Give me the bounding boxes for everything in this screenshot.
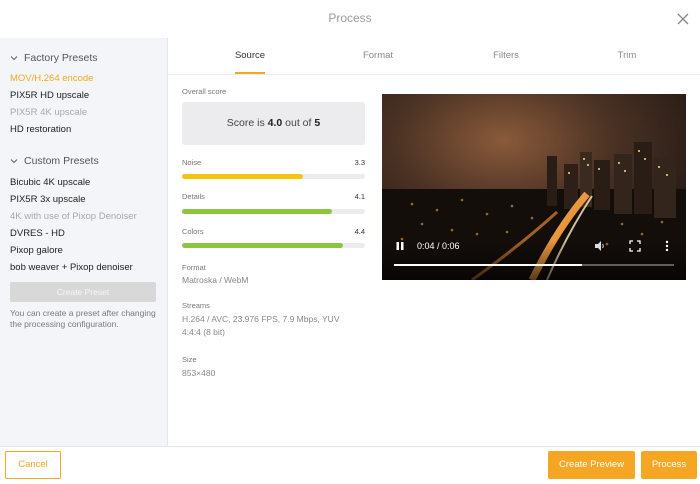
metric-name-details: Details (182, 192, 205, 201)
factory-presets-header[interactable]: Factory Presets (10, 52, 98, 64)
details-bar-fill (182, 209, 333, 214)
preset-item[interactable]: PIX5R HD upscale (10, 90, 89, 101)
presets-sidebar: Factory Presets MOV/H.264 encode PIX5R H… (0, 38, 168, 446)
score-value: 4.0 (267, 117, 283, 129)
format-value: Matroska / WebM (182, 275, 249, 285)
custom-presets-header[interactable]: Custom Presets (10, 155, 99, 167)
preset-item[interactable]: 4K with use of Pixop Denoiser (10, 211, 137, 222)
chevron-down-icon (10, 159, 18, 164)
streams-label: Streams (182, 301, 210, 310)
size-label: Size (182, 355, 197, 364)
overall-score-label: Overall score (182, 87, 227, 96)
dialog-title: Process (328, 11, 372, 25)
streams-value-line2: 4:4:4 (8 bit) (182, 327, 225, 337)
preset-item[interactable]: MOV/H.264 encode (10, 73, 93, 84)
tab-filters[interactable]: Filters (466, 50, 546, 61)
score-prefix: Score is (226, 117, 268, 129)
format-label: Format (182, 263, 206, 272)
noise-bar (182, 174, 365, 179)
create-preset-button[interactable]: Create Preset (10, 282, 156, 302)
score-max: 5 (314, 117, 321, 129)
preset-item[interactable]: DVRES - HD (10, 228, 65, 239)
title-bar: Process (0, 0, 700, 38)
video-player[interactable]: 0:04 / 0:06 (382, 94, 686, 280)
factory-presets-label: Factory Presets (24, 52, 98, 64)
score-mid: out of (282, 117, 315, 129)
preset-item[interactable]: PIX5R 4K upscale (10, 107, 87, 118)
active-tab-indicator (235, 72, 265, 74)
create-preview-button[interactable]: Create Preview (548, 451, 635, 479)
noise-bar-fill (182, 174, 303, 179)
preset-item[interactable]: HD restoration (10, 124, 71, 135)
volume-icon[interactable] (594, 240, 606, 252)
create-preset-hint: You can create a preset after changing t… (10, 308, 156, 329)
preset-item[interactable]: Bicubic 4K upscale (10, 177, 90, 188)
more-options-icon[interactable] (664, 240, 670, 252)
chevron-down-icon (10, 56, 18, 61)
process-button[interactable]: Process (641, 451, 697, 479)
score-box: Score is 4.0 out of 5 (182, 102, 365, 145)
video-time: 0:04 / 0:06 (417, 241, 460, 251)
video-progress-fill (394, 264, 582, 266)
metric-name-noise: Noise (182, 158, 202, 167)
cancel-button[interactable]: Cancel (5, 451, 61, 479)
metric-value-colors: 4.4 (354, 227, 365, 236)
colors-bar-fill (182, 243, 344, 248)
metric-name-colors: Colors (182, 227, 204, 236)
video-progress-bar[interactable] (394, 264, 674, 266)
metric-value-noise: 3.3 (354, 158, 365, 167)
tab-trim[interactable]: Trim (587, 50, 667, 61)
details-bar (182, 209, 365, 214)
tab-format[interactable]: Format (338, 50, 418, 61)
metric-value-details: 4.1 (354, 192, 365, 201)
close-icon[interactable] (676, 12, 690, 26)
tab-source[interactable]: Source (210, 50, 290, 61)
pause-icon[interactable] (395, 241, 405, 251)
fullscreen-icon[interactable] (629, 240, 641, 252)
size-value: 853×480 (182, 368, 216, 378)
custom-presets-label: Custom Presets (24, 155, 99, 167)
colors-bar (182, 243, 365, 248)
preset-item[interactable]: Pixop galore (10, 245, 63, 256)
preset-item[interactable]: PIX5R 3x upscale (10, 194, 86, 205)
streams-value-line1: H.264 / AVC, 23.976 FPS, 7.9 Mbps, YUV (182, 314, 340, 324)
tab-bar: Source Format Filters Trim (169, 38, 700, 75)
preset-item[interactable]: bob weaver + Pixop denoiser (10, 262, 133, 273)
